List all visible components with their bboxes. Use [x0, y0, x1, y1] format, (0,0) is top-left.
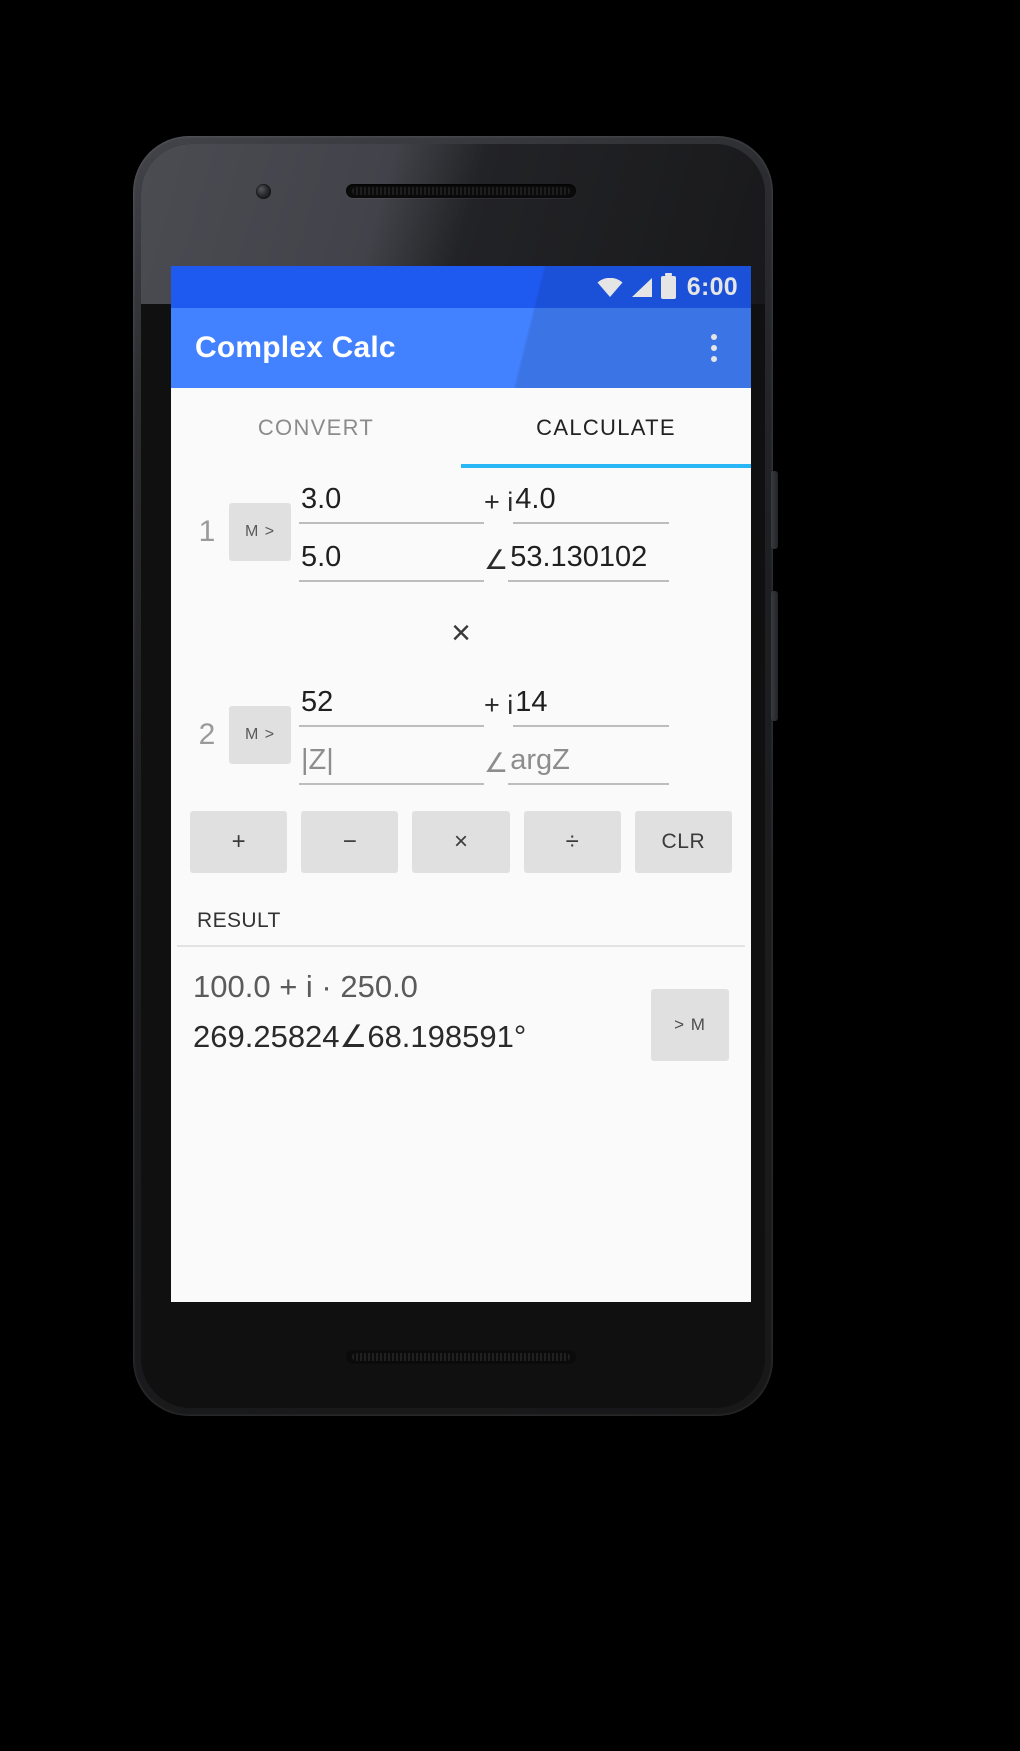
operand-index-2: 2 — [198, 718, 216, 751]
result-label: RESULT — [177, 899, 745, 947]
operand-2-real-input[interactable]: 52 — [299, 685, 484, 727]
divide-button[interactable]: ÷ — [523, 811, 621, 873]
wifi-icon — [597, 277, 623, 297]
volume-button[interactable] — [771, 591, 778, 721]
operand-1-imag-cell: + i 4.0 — [484, 482, 669, 524]
phone-bezel: 6:00 Complex Calc CONVERT CALCULATE 1 M … — [141, 144, 765, 1408]
memory-recall-button-2[interactable]: M > — [229, 706, 291, 764]
operand-1-imag-prefix: + i — [484, 487, 514, 517]
operand-1-magnitude-cell: 5.0 — [299, 540, 484, 582]
phone-screen: 6:00 Complex Calc CONVERT CALCULATE 1 M … — [171, 266, 751, 1302]
result-values: 100.0 + i · 250.0 269.25824∠68.198591° — [193, 969, 651, 1055]
operand-2-rectangular-line: 52 + i 14 — [299, 685, 733, 727]
operand-1-rectangular-line: 3.0 + i 4.0 — [299, 482, 733, 524]
operand-1-magnitude-input[interactable]: 5.0 — [299, 540, 484, 582]
operand-index-1: 1 — [198, 515, 216, 548]
operand-2-imag-input[interactable]: 14 — [513, 685, 669, 727]
operand-row-2: 2 M > 52 + i 14 |Z| ∠ argZ — [171, 671, 751, 795]
operand-2-magnitude-input[interactable]: |Z| — [299, 743, 484, 785]
operand-2-imag-cell: + i 14 — [484, 685, 669, 727]
operand-1-real-cell: 3.0 — [299, 482, 484, 524]
app-title: Complex Calc — [195, 331, 396, 364]
result-polar: 269.25824∠68.198591° — [193, 1019, 527, 1054]
operand-fields-1: 3.0 + i 4.0 5.0 ∠ 53.130102 — [299, 482, 733, 582]
status-bar: 6:00 — [171, 266, 751, 308]
tab-indicator — [461, 464, 751, 468]
result-rectangular: 100.0 + i · 250.0 — [193, 969, 418, 1004]
status-time: 6:00 — [686, 272, 738, 301]
tab-calculate[interactable]: CALCULATE — [461, 388, 751, 468]
operand-1-argument-cell: ∠ 53.130102 — [484, 540, 669, 582]
cell-signal-icon — [630, 277, 654, 297]
app-bar: Complex Calc — [171, 308, 751, 388]
clear-button[interactable]: CLR — [634, 811, 733, 873]
subtract-button[interactable]: − — [301, 811, 399, 873]
overflow-menu-icon[interactable] — [691, 318, 737, 378]
tab-convert[interactable]: CONVERT — [171, 388, 461, 468]
operand-1-polar-line: 5.0 ∠ 53.130102 — [299, 540, 733, 582]
result-body: 100.0 + i · 250.0 269.25824∠68.198591° >… — [171, 947, 751, 1061]
earpiece-speaker — [346, 184, 576, 198]
operand-2-magnitude-cell: |Z| — [299, 743, 484, 785]
operand-row-1: 1 M > 3.0 + i 4.0 5.0 ∠ 53.130102 — [171, 468, 751, 592]
operand-1-real-input[interactable]: 3.0 — [299, 482, 484, 524]
front-camera-icon — [256, 184, 271, 199]
operand-2-real-cell: 52 — [299, 685, 484, 727]
calculate-panel: 1 M > 3.0 + i 4.0 5.0 ∠ 53.130102 × 2 M … — [171, 468, 751, 1061]
operand-1-argument-input[interactable]: 53.130102 — [508, 540, 669, 582]
tab-bar: CONVERT CALCULATE — [171, 388, 751, 468]
operand-2-argument-cell: ∠ argZ — [484, 743, 669, 785]
phone-device: 6:00 Complex Calc CONVERT CALCULATE 1 M … — [133, 136, 778, 1416]
memory-recall-button-1[interactable]: M > — [229, 503, 291, 561]
angle-icon: ∠ — [484, 748, 509, 778]
operand-2-polar-line: |Z| ∠ argZ — [299, 743, 733, 785]
operand-fields-2: 52 + i 14 |Z| ∠ argZ — [299, 685, 733, 785]
result-section: RESULT 100.0 + i · 250.0 269.25824∠68.19… — [171, 893, 751, 1061]
operand-2-imag-prefix: + i — [484, 690, 514, 720]
bottom-speaker — [346, 1350, 576, 1364]
operand-2-argument-input[interactable]: argZ — [508, 743, 669, 785]
operand-1-imag-input[interactable]: 4.0 — [513, 482, 669, 524]
current-operator-symbol: × — [451, 614, 471, 652]
store-to-memory-button[interactable]: > M — [651, 989, 729, 1061]
angle-icon: ∠ — [484, 545, 509, 575]
add-button[interactable]: + — [190, 811, 288, 873]
battery-icon — [660, 272, 676, 299]
power-button[interactable] — [771, 471, 778, 549]
multiply-button[interactable]: × — [412, 811, 510, 873]
operator-keys: + − × ÷ CLR — [171, 795, 751, 893]
